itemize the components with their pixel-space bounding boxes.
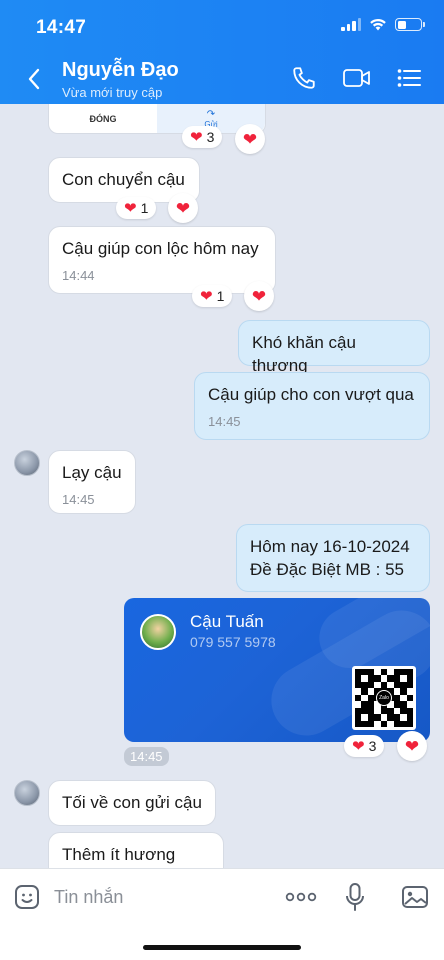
heart-icon: ❤ — [200, 287, 213, 305]
image-icon — [402, 886, 428, 908]
video-call-icon — [343, 69, 370, 87]
qr-code[interactable]: Zalo — [352, 666, 416, 730]
react-button[interactable]: ❤ — [168, 193, 198, 223]
message-bubble-outgoing[interactable]: Khó khăn cậu thương — [238, 320, 430, 375]
sticker-button[interactable] — [11, 881, 43, 913]
more-dots-icon — [285, 892, 317, 902]
chat-area[interactable]: ĐÓNG ↷ Gửi ❤ 3 ❤ Con chuyển cậu ❤ 1 ❤ Cậu … — [0, 104, 444, 868]
heart-icon: ❤ — [175, 198, 191, 218]
status-icons — [341, 18, 425, 31]
message-input[interactable] — [54, 883, 274, 911]
reaction-count[interactable]: ❤ 1 — [192, 285, 233, 307]
message-text-line2: Đề Đặc Biệt MB : 55 — [250, 559, 405, 579]
contact-name[interactable]: Nguyễn Đạo — [62, 59, 179, 82]
battery-icon — [395, 18, 425, 31]
message-text: Lạy cậu — [62, 463, 122, 482]
message-time: 14:45 — [208, 413, 241, 429]
card-phone-number: 079 557 5978 — [190, 634, 276, 650]
image-picker-button[interactable] — [399, 881, 431, 913]
options-button[interactable] — [394, 63, 424, 93]
message-time: 14:45 — [62, 491, 95, 507]
message-text: Con chuyển cậu — [62, 170, 185, 189]
reaction-count[interactable]: ❤ 3 — [182, 126, 223, 148]
reaction-count[interactable]: ❤ 3 — [344, 735, 385, 757]
message-text-line1: Hôm nay 16-10-2024 — [250, 537, 410, 556]
wifi-icon — [370, 18, 386, 31]
heart-icon: ❤ — [404, 736, 420, 756]
heart-icon: ❤ — [124, 199, 137, 217]
card-contact-name: Cậu Tuấn — [190, 612, 264, 631]
message-bubble[interactable]: Thêm ít hương khói — [48, 832, 224, 868]
message-text: Thêm ít hương khói — [62, 845, 176, 868]
react-button[interactable]: ❤ — [244, 281, 274, 311]
message-time: 14:45 — [124, 747, 169, 766]
share-arrow-icon: ↷ — [206, 108, 216, 120]
message-text: Khó khăn cậu thương — [252, 333, 356, 375]
chat-header: 14:47 Nguyễn Đạo Vừa mới truy cập — [0, 0, 444, 104]
message-bubble-outgoing[interactable]: Hôm nay 16-10-2024 Đề Đặc Biệt MB : 55 — [236, 524, 430, 592]
reaction-count[interactable]: ❤ 1 — [116, 197, 157, 219]
card-avatar — [140, 614, 176, 650]
message-text: Cậu giúp cho con vượt qua — [208, 385, 414, 404]
heart-icon: ❤ — [352, 737, 365, 755]
message-bubble[interactable]: Lạy cậu 14:45 — [48, 450, 136, 514]
message-bubble[interactable]: Cậu giúp con lộc hôm nay 14:44 — [48, 226, 276, 294]
message-text: Tối về con gửi cậu — [62, 793, 202, 812]
call-button[interactable] — [289, 63, 319, 93]
react-button[interactable]: ❤ — [235, 124, 265, 154]
menu-list-icon — [397, 69, 421, 87]
back-arrow-icon — [28, 68, 40, 90]
heart-icon: ❤ — [251, 286, 267, 306]
sticker-icon — [15, 885, 39, 909]
status-time: 14:47 — [36, 17, 87, 38]
shared-card-partial[interactable]: ĐÓNG ↷ Gửi — [48, 104, 266, 134]
sender-avatar[interactable] — [14, 450, 40, 476]
sender-avatar[interactable] — [14, 780, 40, 806]
phone-icon — [293, 67, 315, 89]
microphone-icon — [346, 883, 364, 911]
message-text: Cậu giúp con lộc hôm nay — [62, 239, 259, 258]
signal-icon — [341, 18, 361, 31]
react-button[interactable]: ❤ — [397, 731, 427, 761]
zalo-logo-icon: Zalo — [376, 690, 392, 706]
close-action[interactable]: ĐÓNG — [49, 104, 157, 133]
voice-message-button[interactable] — [339, 881, 371, 913]
contact-card[interactable]: Cậu Tuấn 079 557 5978 Zalo — [124, 598, 430, 742]
back-button[interactable] — [20, 62, 48, 96]
heart-icon: ❤ — [242, 129, 258, 149]
heart-icon: ❤ — [190, 128, 203, 146]
contact-status: Vừa mới truy cập — [62, 85, 163, 100]
more-options-button[interactable] — [284, 881, 318, 913]
video-call-button[interactable] — [340, 63, 374, 93]
message-bubble-outgoing[interactable]: Cậu giúp cho con vượt qua 14:45 — [194, 372, 430, 440]
message-bubble[interactable]: Tối về con gửi cậu — [48, 780, 216, 826]
message-time: 14:44 — [62, 267, 95, 283]
home-indicator[interactable] — [143, 945, 301, 950]
